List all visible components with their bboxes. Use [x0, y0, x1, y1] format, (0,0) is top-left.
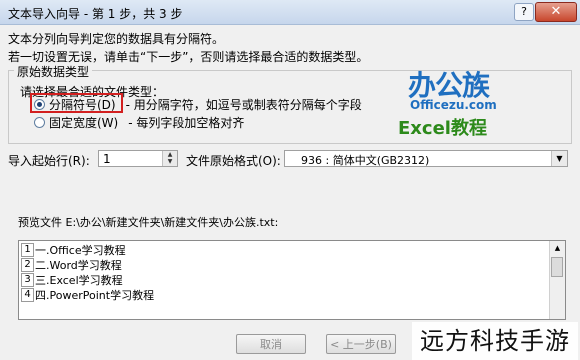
cancel-button[interactable]: 取消 — [236, 334, 306, 354]
group-legend: 原始数据类型 — [14, 63, 93, 80]
close-button[interactable]: ✕ — [535, 2, 577, 22]
radio-fixed-width-button[interactable] — [34, 116, 45, 128]
preview-row: 4 四.PowerPoint学习教程 — [21, 288, 154, 302]
radio-fixed-width[interactable]: 固定宽度(W) - 每列字段加空格对齐 — [34, 114, 244, 130]
spinner-up-icon[interactable]: ▲ — [163, 151, 177, 158]
title-bar: 文本导入向导 - 第 1 步，共 3 步 ? ✕ — [0, 0, 580, 25]
row-number: 3 — [21, 273, 34, 287]
import-start-row-spinner[interactable]: 1 ▲ ▼ — [98, 150, 178, 167]
file-origin-value[interactable]: 936 : 简体中文(GB2312) — [301, 152, 429, 168]
logo-site: Officezu.com — [410, 98, 497, 112]
file-origin-label: 文件原始格式(O): — [186, 154, 281, 168]
preview-pane[interactable]: 1 一.Office学习教程 2 二.Word学习教程 3 三.Excel学习教… — [18, 240, 566, 320]
back-button[interactable]: < 上一步(B) — [326, 334, 396, 354]
preview-row: 2 二.Word学习教程 — [21, 258, 122, 272]
help-button[interactable]: ? — [514, 3, 534, 21]
row-text: 一.Office学习教程 — [35, 244, 126, 257]
row-text: 三.Excel学习教程 — [35, 274, 123, 287]
file-origin-select[interactable]: 936 : 简体中文(GB2312) ▼ — [284, 150, 568, 167]
preview-label: 预览文件 E:\办公\新建文件夹\新建文件夹\办公族.txt: — [18, 216, 279, 229]
import-start-row-value[interactable]: 1 — [103, 152, 111, 166]
preview-row: 3 三.Excel学习教程 — [21, 273, 123, 287]
logo-tagline: Excel教程 — [398, 118, 487, 139]
dropdown-arrow-icon[interactable]: ▼ — [551, 151, 567, 166]
row-number: 1 — [21, 243, 34, 257]
description-line-1: 文本分列向导判定您的数据具有分隔符。 — [8, 32, 225, 46]
row-number: 4 — [21, 288, 34, 302]
scroll-thumb[interactable] — [551, 257, 563, 277]
row-text: 四.PowerPoint学习教程 — [35, 289, 155, 302]
row-text: 二.Word学习教程 — [35, 259, 122, 272]
preview-scrollbar[interactable]: ▲ — [549, 241, 565, 319]
preview-row: 1 一.Office学习教程 — [21, 243, 126, 257]
row-number: 2 — [21, 258, 34, 272]
delimited-highlight-box — [30, 93, 123, 113]
radio-delimited-desc: - 用分隔字符，如逗号或制表符分隔每个字段 — [125, 97, 362, 112]
officezu-logo: 办公族 Officezu.com Excel教程 — [398, 64, 506, 140]
spinner-buttons[interactable]: ▲ ▼ — [162, 151, 177, 166]
spinner-down-icon[interactable]: ▼ — [163, 158, 177, 165]
import-start-row-label: 导入起始行(R): — [8, 154, 90, 168]
watermark-text: 远方科技手游 — [412, 322, 578, 360]
window-title: 文本导入向导 - 第 1 步，共 3 步 — [8, 7, 183, 21]
scroll-up-icon[interactable]: ▲ — [550, 241, 565, 255]
radio-fixed-width-label: 固定宽度(W) — [49, 115, 119, 130]
radio-fixed-width-desc: - 每列字段加空格对齐 — [128, 115, 245, 130]
